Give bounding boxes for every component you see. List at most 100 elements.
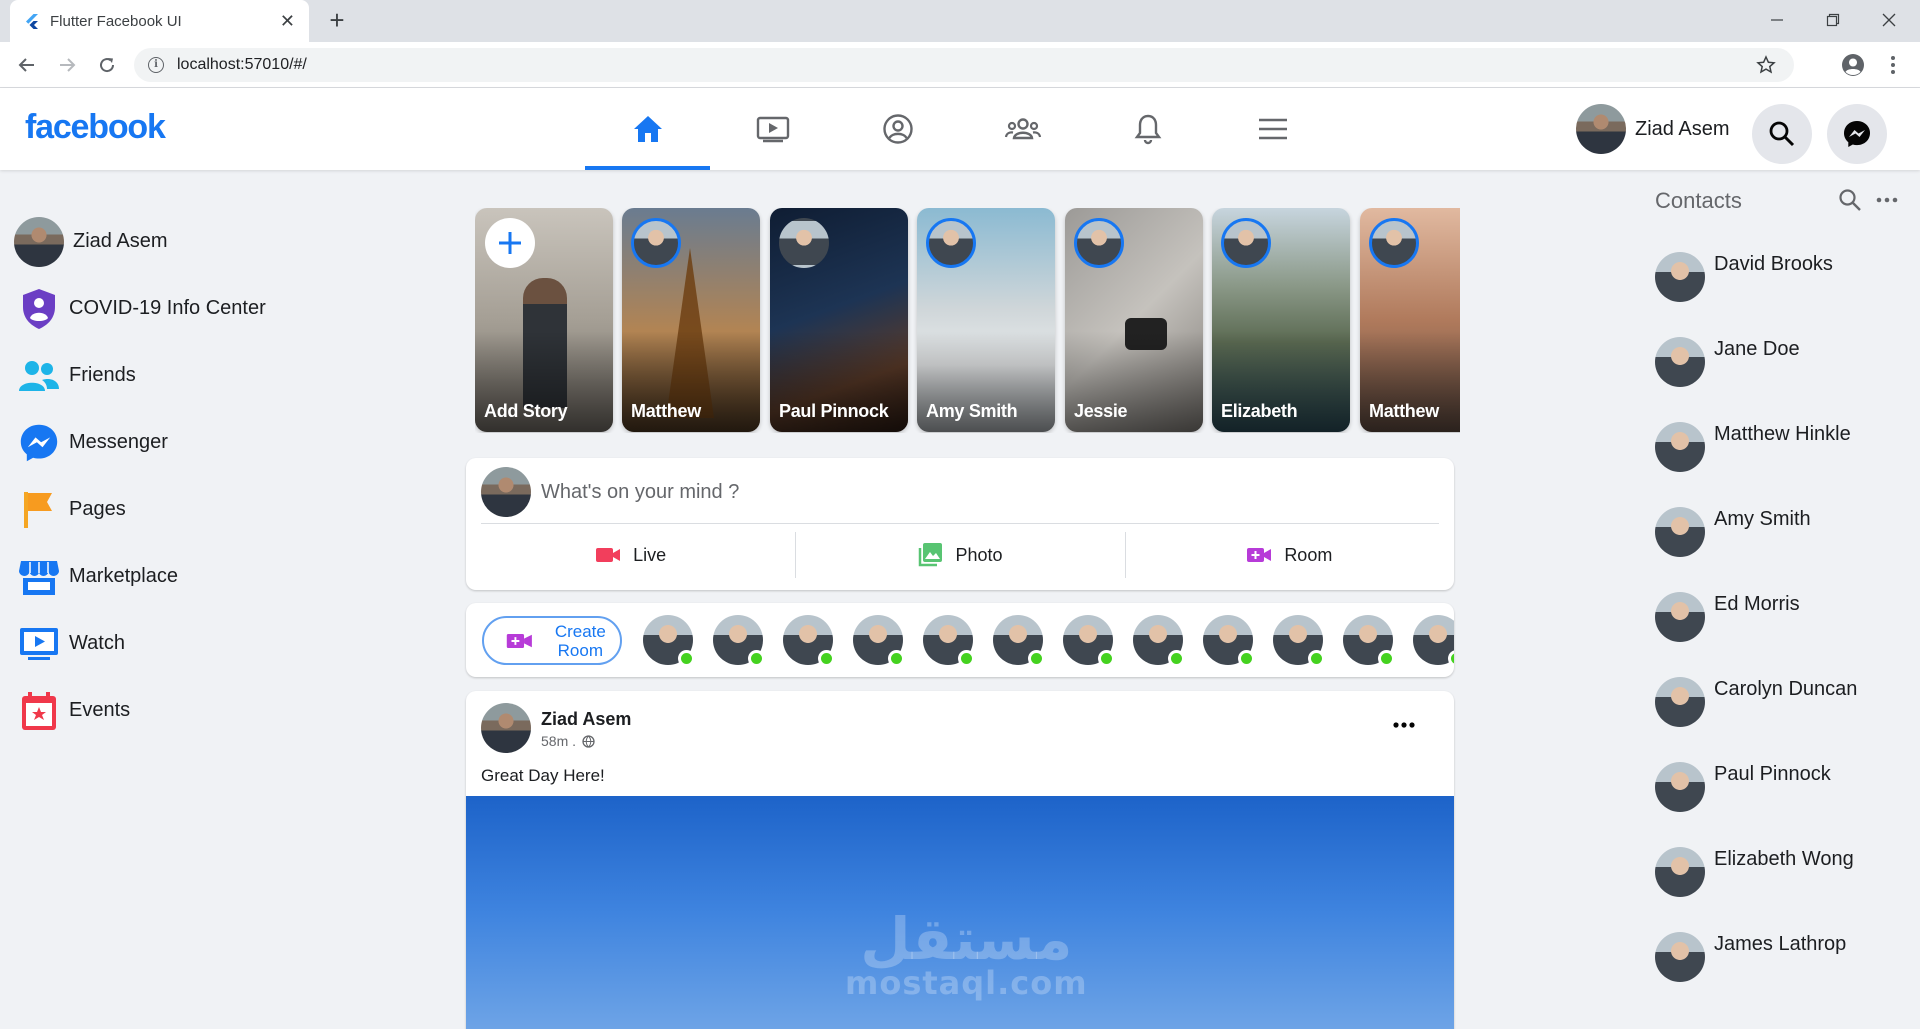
stories-strip: Add Story Matthew Paul Pinnock Amy Smith… [475, 208, 1460, 433]
online-user-avatar[interactable] [783, 615, 835, 667]
contact-item[interactable]: Jane Doe [1655, 337, 1800, 389]
sidebar-item-watch[interactable]: Watch [14, 610, 314, 677]
story-card[interactable]: Elizabeth [1212, 208, 1350, 432]
contact-item[interactable]: Carolyn Duncan [1655, 677, 1857, 729]
contact-item[interactable]: Paul Pinnock [1655, 762, 1831, 814]
browser-toolbar: i localhost:57010/#/ [0, 42, 1920, 88]
sidebar-item-marketplace[interactable]: Marketplace [14, 543, 314, 610]
restore-window-button[interactable] [1810, 4, 1856, 36]
forward-button[interactable] [52, 50, 82, 80]
online-user-avatar[interactable] [1133, 615, 1185, 667]
appbar-user-button[interactable]: Ziad Asem [1576, 104, 1729, 154]
online-user-avatar[interactable] [1273, 615, 1325, 667]
online-user-avatar[interactable] [1343, 615, 1395, 667]
online-user-avatar[interactable] [643, 615, 695, 667]
online-user-avatar[interactable] [993, 615, 1045, 667]
contacts-title: Contacts [1655, 188, 1742, 213]
sidebar-item-covid[interactable]: COVID-19 Info Center [14, 275, 314, 342]
watch-icon [756, 116, 789, 143]
address-bar[interactable]: i localhost:57010/#/ [134, 48, 1794, 82]
create-room-label: Create Room [554, 621, 606, 660]
story-card[interactable]: Paul Pinnock [770, 208, 908, 432]
story-card[interactable]: Amy Smith [917, 208, 1055, 432]
sidebar-item-profile[interactable]: Ziad Asem [14, 208, 314, 275]
messenger-button[interactable] [1827, 104, 1887, 164]
browser-tab[interactable]: Flutter Facebook UI ✕ [10, 0, 309, 42]
avatar [1655, 592, 1705, 642]
post-input[interactable] [541, 467, 1421, 517]
avatar [1655, 507, 1705, 557]
story-card-add[interactable]: Add Story [475, 208, 613, 432]
photo-button[interactable]: Photo [795, 524, 1124, 586]
online-user-avatar[interactable] [1063, 615, 1115, 667]
search-button[interactable] [1752, 104, 1812, 164]
sidebar-item-label: COVID-19 Info Center [69, 297, 266, 319]
contacts-sidebar: Contacts David Brooks Jane Doe Matthew Hin… [1655, 180, 1920, 982]
post-author[interactable]: Ziad Asem [541, 709, 631, 730]
back-button[interactable] [12, 50, 42, 80]
tab-groups[interactable] [960, 88, 1085, 170]
live-button[interactable]: Live [466, 524, 795, 586]
new-tab-button[interactable]: + [322, 6, 352, 36]
post-more-button[interactable] [1384, 705, 1424, 745]
sidebar-item-label: Friends [69, 364, 136, 386]
contact-item[interactable]: James Lathrop [1655, 932, 1846, 984]
facebook-logo[interactable]: facebook [25, 108, 166, 147]
story-avatar [1074, 218, 1124, 268]
online-user-avatar[interactable] [853, 615, 905, 667]
composer-actions: Live Photo Room [466, 524, 1454, 586]
online-indicator [678, 650, 695, 667]
contact-item[interactable]: David Brooks [1655, 252, 1833, 304]
main-navigation [585, 88, 1335, 170]
tab-menu[interactable] [1210, 88, 1335, 170]
sidebar-item-friends[interactable]: Friends [14, 342, 314, 409]
avatar [1655, 337, 1705, 387]
contact-item[interactable]: Amy Smith [1655, 507, 1811, 559]
tab-notifications[interactable] [1085, 88, 1210, 170]
tab-profile[interactable] [835, 88, 960, 170]
contact-name: Jane Doe [1714, 338, 1800, 360]
online-user-avatar[interactable] [1413, 615, 1454, 667]
sidebar-item-events[interactable]: Events [14, 677, 314, 744]
minimize-window-button[interactable] [1754, 4, 1800, 36]
info-icon[interactable]: i [148, 57, 164, 73]
online-user-avatar[interactable] [923, 615, 975, 667]
bookmark-star-icon[interactable] [1756, 55, 1776, 75]
tab-title: Flutter Facebook UI [50, 12, 182, 30]
sidebar-item-pages[interactable]: Pages [14, 476, 314, 543]
room-button[interactable]: Room [1124, 524, 1454, 586]
arrow-right-icon [60, 58, 76, 72]
online-user-avatar[interactable] [713, 615, 765, 667]
story-card[interactable]: Matthew [622, 208, 760, 432]
contact-name: Matthew Hinkle [1714, 423, 1851, 445]
more-horiz-icon[interactable] [1875, 188, 1899, 212]
avatar[interactable] [481, 703, 531, 753]
add-story-button[interactable] [485, 218, 535, 268]
contact-name: Amy Smith [1714, 508, 1811, 530]
story-avatar [926, 218, 976, 268]
story-avatar [1221, 218, 1271, 268]
profile-button[interactable] [1838, 50, 1868, 80]
contact-item[interactable]: Matthew Hinkle [1655, 422, 1851, 474]
online-indicator [1378, 650, 1395, 667]
online-user-avatar[interactable] [1203, 615, 1255, 667]
sidebar-user-name: Ziad Asem [73, 230, 168, 252]
story-card[interactable]: Jessie [1065, 208, 1203, 432]
browser-menu-button[interactable] [1878, 50, 1908, 80]
close-window-button[interactable] [1866, 4, 1912, 36]
close-tab-icon[interactable]: ✕ [280, 11, 295, 32]
watermark-latin: mostaql.com [845, 964, 1088, 1002]
story-card[interactable]: Matthew [1360, 208, 1460, 432]
online-indicator [1238, 650, 1255, 667]
contact-item[interactable]: Elizabeth Wong [1655, 847, 1854, 899]
sidebar-item-messenger[interactable]: Messenger [14, 409, 314, 476]
create-room-button[interactable]: Create Room [482, 616, 622, 665]
reload-button[interactable] [92, 50, 122, 80]
photo-label: Photo [955, 544, 1003, 565]
tab-home[interactable] [585, 88, 710, 170]
tab-watch[interactable] [710, 88, 835, 170]
restore-icon [1826, 13, 1840, 27]
left-sidebar: Ziad Asem COVID-19 Info Center Friends M… [14, 208, 314, 744]
search-icon[interactable] [1838, 188, 1862, 212]
contact-item[interactable]: Ed Morris [1655, 592, 1800, 644]
